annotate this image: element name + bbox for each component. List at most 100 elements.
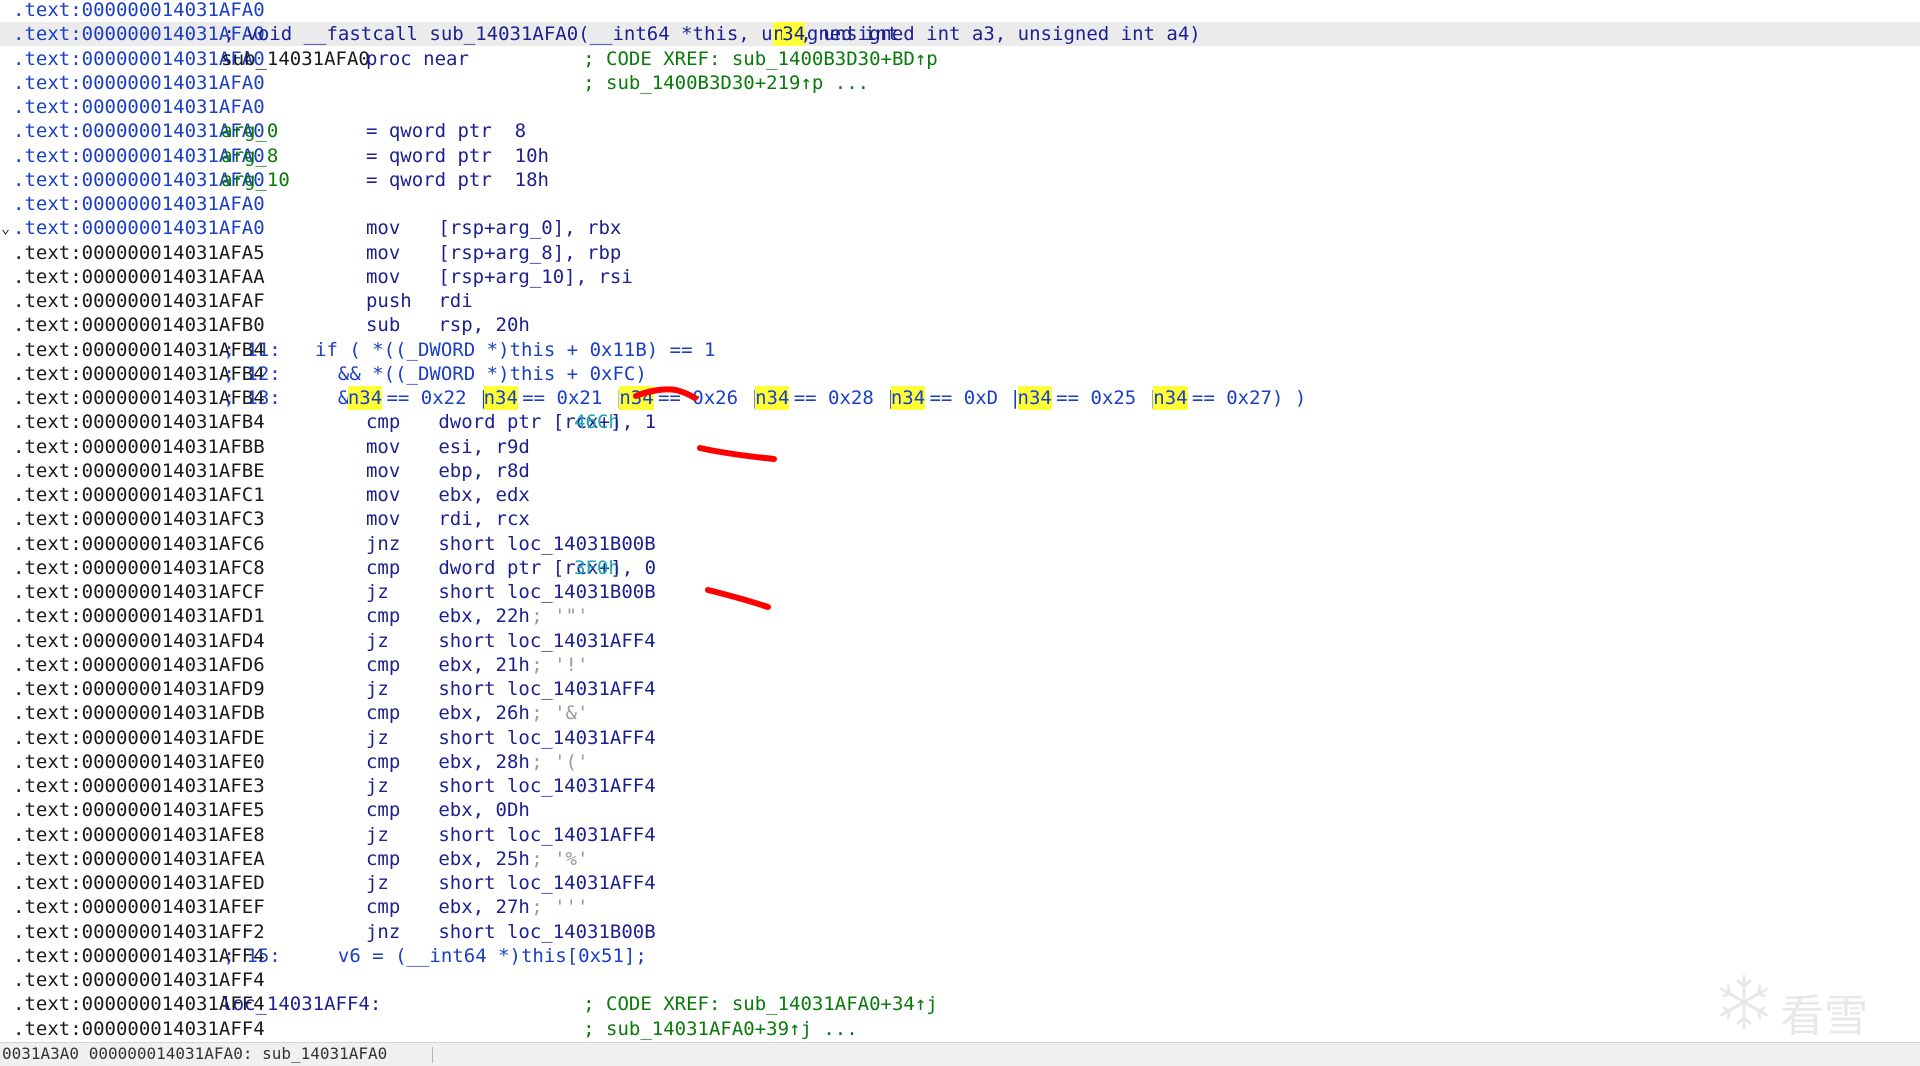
listing-line[interactable]: .text:000000014031AFA5 mov [rsp+arg_8], rb… bbox=[0, 241, 1920, 265]
line-text[interactable]: short loc_14031AFF4 bbox=[438, 871, 655, 895]
line-text[interactable]: short loc_14031AFF4 bbox=[438, 677, 655, 701]
line-address[interactable]: .text:000000014031AFA0 bbox=[13, 0, 265, 22]
listing-line[interactable]: .text:000000014031AFDB cmp ebx, 26h ; '&' bbox=[0, 701, 1920, 725]
line-address[interactable]: .text:000000014031AFC1 bbox=[13, 483, 265, 507]
line-text[interactable]: rdi bbox=[438, 289, 472, 313]
line-text[interactable]: push bbox=[366, 289, 412, 313]
line-address[interactable]: .text:000000014031AFAA bbox=[13, 265, 265, 289]
line-address[interactable]: .text:000000014031AFA0 bbox=[13, 95, 265, 119]
line-text[interactable]: cmp bbox=[366, 701, 400, 725]
line-address[interactable]: .text:000000014031AFD9 bbox=[13, 677, 265, 701]
line-text[interactable]: jnz bbox=[366, 920, 400, 944]
line-address[interactable]: .text:000000014031AFD1 bbox=[13, 604, 265, 628]
line-text[interactable]: ], 1 bbox=[610, 410, 656, 434]
line-text[interactable]: ; '%' bbox=[520, 847, 588, 871]
line-text[interactable]: short loc_14031AFF4 bbox=[438, 629, 655, 653]
line-text[interactable]: loc_14031AFF4: bbox=[221, 992, 381, 1016]
line-text[interactable]: ebx, 21h bbox=[438, 653, 530, 677]
listing-line[interactable]: .text:000000014031AFC3 mov rdi, rcx bbox=[0, 507, 1920, 531]
listing-line[interactable]: .text:000000014031AFBB mov esi, r9d bbox=[0, 435, 1920, 459]
listing-line[interactable]: .text:000000014031AFEA cmp ebx, 25h ; '%' bbox=[0, 847, 1920, 871]
line-text[interactable]: mov bbox=[366, 507, 400, 531]
line-address[interactable]: .text:000000014031AFD4 bbox=[13, 629, 265, 653]
line-text[interactable]: ; sub_1400B3D30+219↑p ... bbox=[583, 71, 869, 95]
listing-line[interactable]: .text:000000014031AFAA mov [rsp+arg_10], r… bbox=[0, 265, 1920, 289]
line-text[interactable]: jnz bbox=[366, 532, 400, 556]
line-address[interactable]: .text:000000014031AFA0 bbox=[13, 216, 265, 240]
line-text[interactable]: [rsp+arg_10], rsi bbox=[438, 265, 632, 289]
line-text[interactable]: short loc_14031B00B bbox=[438, 580, 655, 604]
listing-line[interactable]: .text:000000014031AFE8 jz short loc_14031A… bbox=[0, 823, 1920, 847]
listing-line[interactable]: .text:000000014031AFB4 ; 11: if ( *((_DW… bbox=[0, 338, 1920, 362]
listing-line[interactable]: .text:000000014031AFB4 ; 13: && (n34 == … bbox=[0, 386, 1920, 410]
listing-line[interactable]: .text:000000014031AFC8 cmp dword ptr [rcx+… bbox=[0, 556, 1920, 580]
listing-line[interactable]: .text:000000014031AFA0 ; sub_1400B3D30+21… bbox=[0, 71, 1920, 95]
line-address[interactable]: .text:000000014031AFE5 bbox=[13, 798, 265, 822]
line-text[interactable]: cmp bbox=[366, 895, 400, 919]
line-text[interactable]: mov bbox=[366, 459, 400, 483]
line-text[interactable]: ; CODE XREF: sub_14031AFA0+34↑j bbox=[583, 992, 938, 1016]
line-text[interactable]: [rsp+arg_0], rbx bbox=[438, 216, 621, 240]
line-text[interactable]: short loc_14031AFF4 bbox=[438, 774, 655, 798]
line-address[interactable]: .text:000000014031AFD6 bbox=[13, 653, 265, 677]
line-address[interactable]: .text:000000014031AFEF bbox=[13, 895, 265, 919]
line-text[interactable]: ; 15: v6 = (__int64 *)this[0x51]; bbox=[212, 944, 647, 968]
line-address[interactable]: .text:000000014031AFDB bbox=[13, 701, 265, 725]
line-text[interactable]: ; '!' bbox=[520, 653, 588, 677]
line-text[interactable]: ebx, 27h bbox=[438, 895, 530, 919]
line-text[interactable]: proc near bbox=[366, 47, 469, 71]
listing-line[interactable]: .text:000000014031AFF4 ; 15: v6 = (__int… bbox=[0, 944, 1920, 968]
line-address[interactable]: .text:000000014031AFE3 bbox=[13, 774, 265, 798]
line-address[interactable]: .text:000000014031AFB0 bbox=[13, 313, 265, 337]
line-text[interactable]: cmp bbox=[366, 604, 400, 628]
line-text[interactable]: = qword ptr 18h bbox=[366, 168, 549, 192]
line-address[interactable]: .text:000000014031AFE0 bbox=[13, 750, 265, 774]
line-address[interactable]: .text:000000014031AFA5 bbox=[13, 241, 265, 265]
listing-line[interactable]: .text:000000014031AFAF push rdi bbox=[0, 289, 1920, 313]
line-text[interactable]: ; '"' bbox=[520, 604, 588, 628]
line-address[interactable]: .text:000000014031AFA0 bbox=[13, 71, 265, 95]
line-text[interactable]: jz bbox=[366, 677, 389, 701]
line-text[interactable]: jz bbox=[366, 871, 389, 895]
line-text[interactable]: ; '(' bbox=[520, 750, 588, 774]
listing-line[interactable]: .text:000000014031AFA0 ; void __fastcall… bbox=[0, 22, 1920, 47]
line-text[interactable]: ; CODE XREF: sub_1400B3D30+BD↑p bbox=[583, 47, 938, 71]
line-text[interactable]: jz bbox=[366, 580, 389, 604]
line-address[interactable]: .text:000000014031AFE8 bbox=[13, 823, 265, 847]
line-text[interactable]: mov bbox=[366, 483, 400, 507]
line-address[interactable]: .text:000000014031AFB4 bbox=[13, 410, 265, 434]
listing-line[interactable]: .text:000000014031AFD1 cmp ebx, 22h ; '"' bbox=[0, 604, 1920, 628]
listing-line[interactable]: .text:000000014031AFF4 loc_14031AFF4:; CO… bbox=[0, 992, 1920, 1016]
line-text[interactable]: esi, r9d bbox=[438, 435, 530, 459]
line-text[interactable]: mov bbox=[366, 435, 400, 459]
line-text[interactable]: ebx, 25h bbox=[438, 847, 530, 871]
listing-line[interactable]: .text:000000014031AFA0 arg_0 = qword ptr 8 bbox=[0, 119, 1920, 143]
line-text[interactable]: mov bbox=[366, 241, 400, 265]
line-text[interactable]: sub_14031AFA0 bbox=[221, 47, 370, 71]
line-text[interactable]: ; 12: && *((_DWORD *)this + 0xFC) bbox=[212, 362, 647, 386]
line-text[interactable]: jz bbox=[366, 629, 389, 653]
line-text[interactable]: cmp bbox=[366, 410, 400, 434]
line-address[interactable]: .text:000000014031AFC8 bbox=[13, 556, 265, 580]
line-text[interactable]: arg_8 bbox=[221, 144, 278, 168]
line-address[interactable]: .text:000000014031AFF2 bbox=[13, 920, 265, 944]
listing-line[interactable]: .text:000000014031AFE0 cmp ebx, 28h ; '(' bbox=[0, 750, 1920, 774]
listing-line[interactable]: .text:000000014031AFE5 cmp ebx, 0Dh bbox=[0, 798, 1920, 822]
listing-line[interactable]: .text:000000014031AFA0 arg_10 = qword ptr … bbox=[0, 168, 1920, 192]
listing-line[interactable]: .text:000000014031AFED jz short loc_14031A… bbox=[0, 871, 1920, 895]
line-address[interactable]: .text:000000014031AFBB bbox=[13, 435, 265, 459]
line-text[interactable]: cmp bbox=[366, 847, 400, 871]
line-address[interactable]: .text:000000014031AFED bbox=[13, 871, 265, 895]
listing-line[interactable]: .text:000000014031AFD9 jz short loc_14031A… bbox=[0, 677, 1920, 701]
line-text[interactable]: rsp, 20h bbox=[438, 313, 530, 337]
line-text[interactable]: short loc_14031B00B bbox=[438, 532, 655, 556]
line-text[interactable]: , unsigned int a3, unsigned int a4) bbox=[800, 22, 1200, 46]
line-text[interactable]: short loc_14031B00B bbox=[438, 920, 655, 944]
line-address[interactable]: .text:000000014031AFC6 bbox=[13, 532, 265, 556]
line-text[interactable]: [rsp+arg_8], rbp bbox=[438, 241, 621, 265]
line-address[interactable]: .text:000000014031AFF4 bbox=[13, 1017, 265, 1041]
line-address[interactable]: .text:000000014031AFAF bbox=[13, 289, 265, 313]
line-text[interactable]: ebp, r8d bbox=[438, 459, 530, 483]
line-address[interactable]: .text:000000014031AFDE bbox=[13, 726, 265, 750]
line-text[interactable]: short loc_14031AFF4 bbox=[438, 726, 655, 750]
